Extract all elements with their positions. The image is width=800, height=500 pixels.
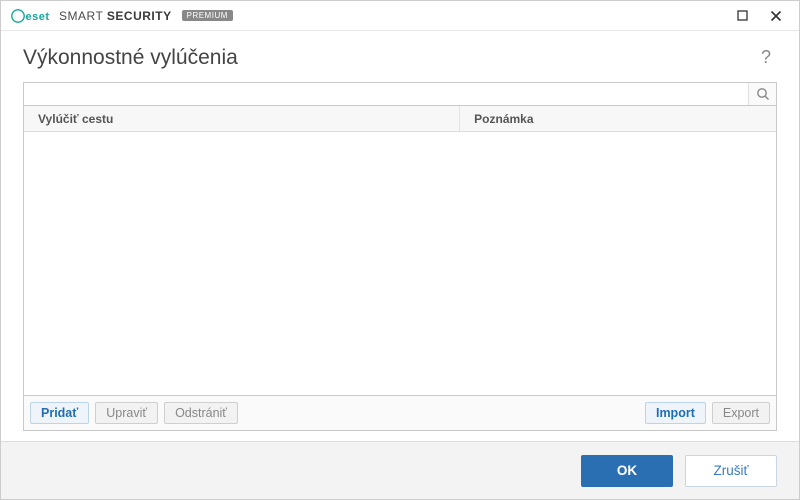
column-header-note[interactable]: Poznámka — [460, 106, 776, 131]
search-button[interactable] — [748, 83, 776, 105]
eset-logo: eset — [11, 9, 53, 23]
edit-button: Upraviť — [95, 402, 158, 424]
svg-text:eset: eset — [26, 11, 50, 23]
brand-badge: PREMIUM — [182, 10, 233, 21]
header-row: Výkonnostné vylúčenia ? — [1, 31, 799, 82]
titlebar: eset SMART SECURITY PREMIUM — [1, 1, 799, 31]
brand-text: SMART SECURITY — [59, 9, 172, 23]
help-button[interactable]: ? — [755, 45, 777, 70]
cancel-button[interactable]: Zrušiť — [685, 455, 777, 487]
footer: OK Zrušiť — [1, 441, 799, 499]
delete-button: Odstrániť — [164, 402, 238, 424]
close-icon — [770, 10, 782, 22]
search-icon — [756, 87, 770, 101]
brand: eset SMART SECURITY PREMIUM — [11, 9, 233, 23]
export-button: Export — [712, 402, 770, 424]
column-header-path[interactable]: Vylúčiť cestu — [24, 106, 460, 131]
maximize-icon — [737, 10, 748, 21]
window: eset SMART SECURITY PREMIUM Výkonnostné … — [0, 0, 800, 500]
search-input[interactable] — [24, 83, 748, 105]
content: Vylúčiť cestu Poznámka Pridať Upraviť Od… — [1, 82, 799, 441]
table-header: Vylúčiť cestu Poznámka — [24, 106, 776, 132]
exclusions-table: Vylúčiť cestu Poznámka — [23, 106, 777, 396]
table-body[interactable] — [24, 132, 776, 395]
ok-button[interactable]: OK — [581, 455, 673, 487]
window-maximize-button[interactable] — [725, 2, 759, 30]
window-close-button[interactable] — [759, 2, 793, 30]
search-row — [23, 82, 777, 106]
page-title: Výkonnostné vylúčenia — [23, 46, 755, 70]
help-icon: ? — [761, 47, 771, 67]
import-button[interactable]: Import — [645, 402, 706, 424]
add-button[interactable]: Pridať — [30, 402, 89, 424]
action-bar: Pridať Upraviť Odstrániť Import Export — [23, 396, 777, 431]
